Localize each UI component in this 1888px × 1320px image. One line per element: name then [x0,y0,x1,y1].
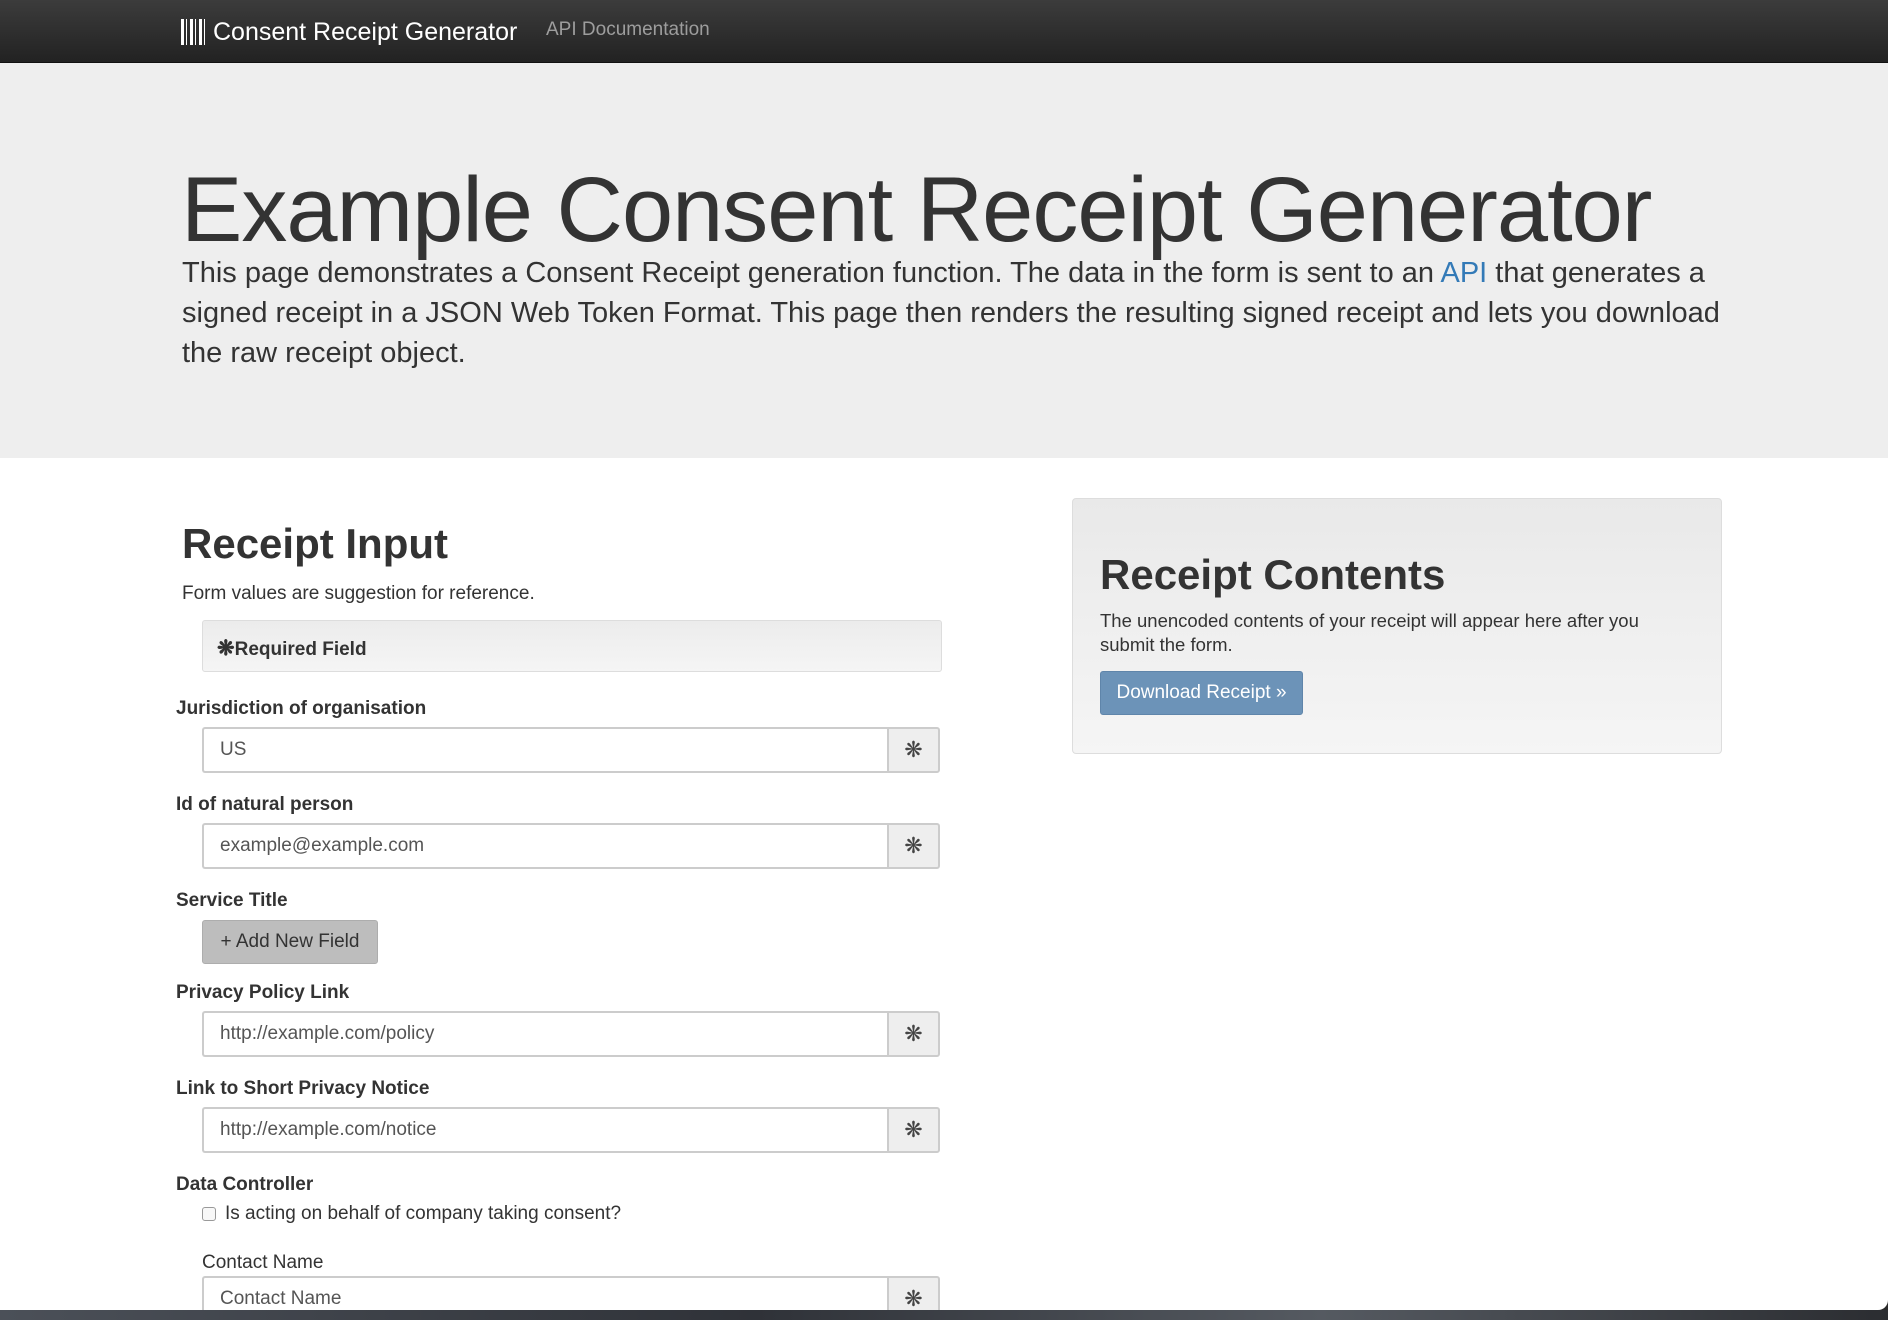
brand-label: Consent Receipt Generator [213,17,518,46]
on-behalf-checkbox-label[interactable]: Is acting on behalf of company taking co… [225,1203,621,1225]
field-label-privacy-policy: Privacy Policy Link [176,982,350,1003]
contact-name-input-group: ❋ [202,1276,940,1310]
jurisdiction-input[interactable] [202,727,887,773]
page: Consent Receipt Generator API Documentat… [0,0,1888,1310]
receipt-contents-title: Receipt Contents [1100,551,1446,598]
barcode-icon [181,19,207,45]
add-new-field-button[interactable]: + Add New Field [202,920,378,964]
hero: Example Consent Receipt Generator This p… [0,63,1888,458]
field-label-jurisdiction: Jurisdiction of organisation [176,698,427,719]
field-label-natural-person-id: Id of natural person [176,794,354,815]
receipt-contents-description: The unencoded contents of your receipt w… [1100,610,1639,655]
required-field-legend: ❋Required Field [202,620,942,672]
hero-text-before: This page demonstrates a Consent Receipt… [182,257,1441,289]
short-notice-input-group: ❋ [202,1107,940,1153]
natural-person-id-input-group: ❋ [202,823,940,869]
short-notice-link-input[interactable] [202,1107,887,1153]
privacy-policy-input-group: ❋ [202,1011,940,1057]
required-asterisk-icon: ❋ [887,823,940,869]
field-label-service-title: Service Title [176,890,288,911]
required-field-label: Required Field [234,639,367,660]
privacy-policy-link-input[interactable] [202,1011,887,1057]
required-asterisk-icon: ❋ [887,1276,940,1310]
required-asterisk-icon: ❋ [887,727,940,773]
on-behalf-checkbox-row[interactable]: Is acting on behalf of company taking co… [202,1203,621,1225]
receipt-contents-panel: Receipt Contents The unencoded contents … [1072,498,1722,754]
desktop-background-strip [0,1310,1888,1320]
on-behalf-checkbox[interactable] [202,1207,216,1221]
receipt-input-subtitle: Form values are suggestion for reference… [182,583,535,604]
navbar: Consent Receipt Generator API Documentat… [0,0,1888,63]
download-receipt-button[interactable]: Download Receipt » [1100,671,1303,715]
receipt-input-title: Receipt Input [182,520,449,567]
hero-description: This page demonstrates a Consent Receipt… [182,253,1722,373]
page-title: Example Consent Receipt Generator [181,159,1652,261]
field-label-data-controller: Data Controller [176,1174,314,1195]
jurisdiction-input-group: ❋ [202,727,940,773]
natural-person-id-input[interactable] [202,823,887,869]
nav-link-api-documentation[interactable]: API Documentation [546,18,710,42]
required-asterisk-icon: ❋ [217,637,235,660]
navbar-brand[interactable]: Consent Receipt Generator [181,15,517,49]
required-asterisk-icon: ❋ [887,1107,940,1153]
required-asterisk-icon: ❋ [887,1011,940,1057]
contact-name-input[interactable] [202,1276,887,1310]
api-link[interactable]: API [1441,257,1488,289]
field-label-contact-name: Contact Name [202,1252,324,1273]
field-label-short-notice: Link to Short Privacy Notice [176,1078,430,1099]
